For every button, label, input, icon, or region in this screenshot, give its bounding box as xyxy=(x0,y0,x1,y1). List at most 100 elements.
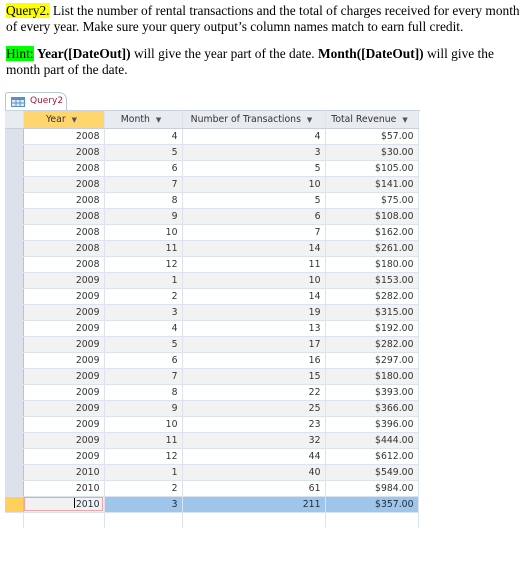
table-row[interactable]: 2009 1 10 $153.00 xyxy=(5,272,419,289)
table-row[interactable]: 2009 6 16 $297.00 xyxy=(5,352,419,369)
cell-transactions[interactable]: 25 xyxy=(182,400,326,417)
table-row[interactable]: 2010 3 211 $357.00 xyxy=(5,496,419,513)
cell-month[interactable]: 5 xyxy=(104,336,183,353)
table-row[interactable]: 2008 8 5 $75.00 xyxy=(5,192,419,209)
cell-year[interactable]: 2010 xyxy=(23,480,105,497)
cell-transactions[interactable]: 11 xyxy=(182,256,326,273)
row-selector[interactable] xyxy=(5,144,24,161)
cell-year[interactable]: 2008 xyxy=(23,176,105,193)
cell-month[interactable]: 8 xyxy=(104,192,183,209)
column-header-month[interactable]: Month ▼ xyxy=(104,111,183,129)
table-row[interactable]: 2009 9 25 $366.00 xyxy=(5,400,419,417)
table-row[interactable]: 2009 10 23 $396.00 xyxy=(5,416,419,433)
cell-month[interactable]: 9 xyxy=(104,400,183,417)
cell-year[interactable]: 2008 xyxy=(23,144,105,161)
cell-transactions[interactable]: 40 xyxy=(182,464,326,481)
cell-revenue[interactable]: $30.00 xyxy=(325,144,419,161)
cell-month[interactable]: 12 xyxy=(104,256,183,273)
row-selector[interactable] xyxy=(5,480,24,497)
chevron-down-icon[interactable]: ▼ xyxy=(72,116,77,124)
cell-year[interactable]: 2009 xyxy=(23,416,105,433)
cell-revenue[interactable]: $261.00 xyxy=(325,240,419,257)
cell-revenue[interactable]: $180.00 xyxy=(325,368,419,385)
new-record-row[interactable] xyxy=(5,512,419,528)
row-selector[interactable] xyxy=(5,368,24,385)
cell-revenue[interactable]: $180.00 xyxy=(325,256,419,273)
empty-cell[interactable] xyxy=(325,512,419,528)
cell-year[interactable]: 2008 xyxy=(23,224,105,241)
cell-month[interactable]: 12 xyxy=(104,448,183,465)
column-header-year[interactable]: Year ▼ xyxy=(23,111,105,129)
chevron-down-icon[interactable]: ▼ xyxy=(307,116,312,124)
cell-year[interactable]: 2008 xyxy=(23,240,105,257)
cell-transactions[interactable]: 4 xyxy=(182,128,326,145)
cell-year[interactable]: 2008 xyxy=(23,128,105,145)
cell-year[interactable]: 2010 xyxy=(23,496,105,513)
cell-month[interactable]: 11 xyxy=(104,240,183,257)
cell-month[interactable]: 11 xyxy=(104,432,183,449)
table-row[interactable]: 2008 7 10 $141.00 xyxy=(5,176,419,193)
cell-month[interactable]: 9 xyxy=(104,208,183,225)
cell-month[interactable]: 4 xyxy=(104,320,183,337)
cell-revenue[interactable]: $75.00 xyxy=(325,192,419,209)
cell-transactions[interactable]: 32 xyxy=(182,432,326,449)
row-selector[interactable] xyxy=(5,288,24,305)
cell-month[interactable]: 5 xyxy=(104,144,183,161)
table-row[interactable]: 2010 1 40 $549.00 xyxy=(5,464,419,481)
row-selector[interactable] xyxy=(5,496,24,513)
row-selector[interactable] xyxy=(5,448,24,465)
cell-month[interactable]: 10 xyxy=(104,224,183,241)
cell-year[interactable]: 2009 xyxy=(23,384,105,401)
cell-year[interactable]: 2010 xyxy=(23,464,105,481)
cell-transactions[interactable]: 6 xyxy=(182,208,326,225)
cell-year[interactable]: 2009 xyxy=(23,400,105,417)
cell-revenue[interactable]: $315.00 xyxy=(325,304,419,321)
table-row[interactable]: 2008 6 5 $105.00 xyxy=(5,160,419,177)
row-selector[interactable] xyxy=(5,256,24,273)
cell-transactions[interactable]: 15 xyxy=(182,368,326,385)
cell-month[interactable]: 3 xyxy=(104,496,183,513)
cell-transactions[interactable]: 14 xyxy=(182,288,326,305)
row-selector[interactable] xyxy=(5,224,24,241)
cell-transactions[interactable]: 17 xyxy=(182,336,326,353)
table-row[interactable]: 2009 12 44 $612.00 xyxy=(5,448,419,465)
row-selector[interactable] xyxy=(5,400,24,417)
cell-year[interactable]: 2008 xyxy=(23,256,105,273)
cell-revenue[interactable]: $366.00 xyxy=(325,400,419,417)
table-row[interactable]: 2009 4 13 $192.00 xyxy=(5,320,419,337)
empty-cell[interactable] xyxy=(182,512,326,528)
row-selector[interactable] xyxy=(5,464,24,481)
cell-transactions[interactable]: 13 xyxy=(182,320,326,337)
table-row[interactable]: 2009 3 19 $315.00 xyxy=(5,304,419,321)
cell-transactions[interactable]: 10 xyxy=(182,176,326,193)
row-selector[interactable] xyxy=(5,240,24,257)
cell-month[interactable]: 7 xyxy=(104,176,183,193)
column-header-number-of-transactions[interactable]: Number of Transactions ▼ xyxy=(182,111,326,129)
cell-revenue[interactable]: $444.00 xyxy=(325,432,419,449)
cell-year[interactable]: 2009 xyxy=(23,288,105,305)
chevron-down-icon[interactable]: ▼ xyxy=(402,116,407,124)
empty-cell[interactable] xyxy=(104,512,183,528)
row-selector[interactable] xyxy=(5,192,24,209)
cell-month[interactable]: 6 xyxy=(104,352,183,369)
row-selector[interactable] xyxy=(5,432,24,449)
table-row[interactable]: 2009 11 32 $444.00 xyxy=(5,432,419,449)
cell-year[interactable]: 2009 xyxy=(23,320,105,337)
row-selector[interactable] xyxy=(5,352,24,369)
cell-month[interactable]: 2 xyxy=(104,480,183,497)
row-selector[interactable] xyxy=(5,384,24,401)
table-row[interactable]: 2008 4 4 $57.00 xyxy=(5,128,419,145)
row-selector[interactable] xyxy=(5,272,24,289)
cell-transactions[interactable]: 61 xyxy=(182,480,326,497)
table-row[interactable]: 2009 5 17 $282.00 xyxy=(5,336,419,353)
cell-revenue[interactable]: $612.00 xyxy=(325,448,419,465)
cell-revenue[interactable]: $57.00 xyxy=(325,128,419,145)
cell-year[interactable]: 2008 xyxy=(23,192,105,209)
cell-year[interactable]: 2008 xyxy=(23,208,105,225)
cell-revenue[interactable]: $162.00 xyxy=(325,224,419,241)
cell-month[interactable]: 6 xyxy=(104,160,183,177)
cell-revenue[interactable]: $357.00 xyxy=(325,496,419,513)
cell-transactions[interactable]: 23 xyxy=(182,416,326,433)
cell-transactions[interactable]: 44 xyxy=(182,448,326,465)
cell-revenue[interactable]: $297.00 xyxy=(325,352,419,369)
